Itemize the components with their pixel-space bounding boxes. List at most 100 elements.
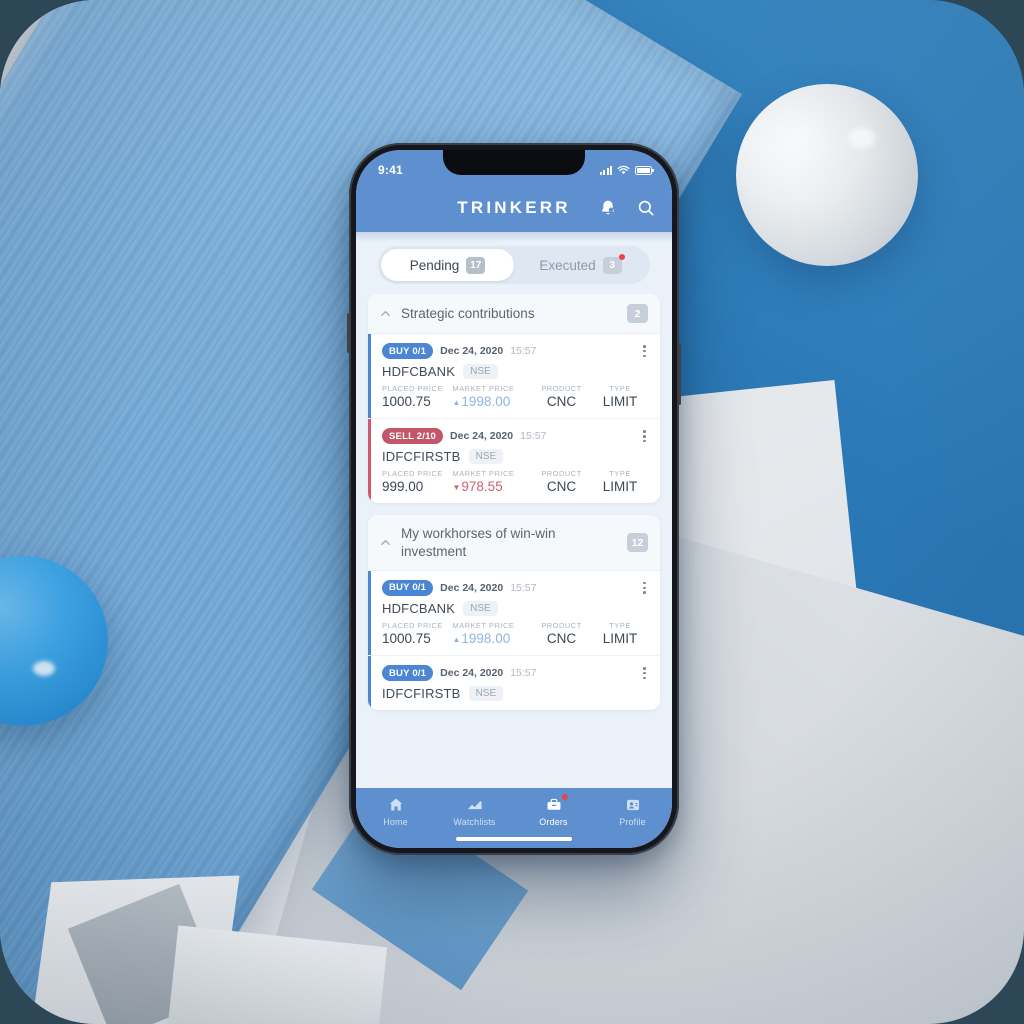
order-time: 15:57 <box>510 345 537 358</box>
scene-background: 9:41 TRINKERR Pending 17 Executed 3 Stra… <box>0 0 1024 1024</box>
group-header[interactable]: Strategic contributions 2 <box>368 294 660 334</box>
order-date: Dec 24, 2020 <box>440 581 504 594</box>
order-menu-icon[interactable] <box>641 342 648 360</box>
app-body: Pending 17 Executed 3 Strategic contribu… <box>356 232 672 788</box>
nav-item-watchlists[interactable]: Watchlists <box>435 796 514 827</box>
order-date: Dec 24, 2020 <box>440 345 504 358</box>
col-label-type: TYPE <box>609 621 631 630</box>
status-time: 9:41 <box>378 163 403 177</box>
order-market-price: ▲1998.00 <box>452 394 511 410</box>
tab-pending[interactable]: Pending 17 <box>381 249 514 281</box>
home-icon <box>386 796 406 814</box>
trend-up-icon: ▲ <box>452 397 461 407</box>
app-brand-title: TRINKERR <box>457 198 571 217</box>
bell-icon[interactable] <box>598 198 618 218</box>
phone-volume-button[interactable] <box>347 313 350 353</box>
order-time: 15:57 <box>510 667 537 680</box>
order-symbol: HDFCBANK <box>382 364 456 380</box>
order-exchange: NSE <box>463 601 498 616</box>
order-market-price: ▼978.55 <box>452 479 503 495</box>
order-placed-price: 1000.75 <box>382 394 431 410</box>
app-header: TRINKERR <box>356 184 672 242</box>
order-type: LIMIT <box>602 394 638 410</box>
order-side-badge: BUY 0/1 <box>382 665 434 682</box>
battery-icon <box>635 165 654 175</box>
order-group: My workhorses of win-win investment 12 B… <box>368 515 660 711</box>
cellular-bars-icon <box>599 165 612 175</box>
order-product: CNC <box>546 631 577 646</box>
phone-notch <box>443 150 585 175</box>
tab-executed-label: Executed <box>539 257 596 273</box>
order-menu-icon[interactable] <box>641 427 648 445</box>
nav-item-orders[interactable]: Orders <box>514 794 593 827</box>
nav-label-orders: Orders <box>539 817 568 827</box>
order-exchange: NSE <box>468 449 504 465</box>
col-label-product: PRODUCT <box>541 469 582 479</box>
order-row[interactable]: BUY 0/1 Dec 24, 2020 15:57 IDFCFIRSTB NS… <box>368 656 660 711</box>
group-count-badge: 12 <box>627 533 648 553</box>
order-type: LIMIT <box>602 631 638 646</box>
nav-label-home: Home <box>383 817 408 827</box>
chevron-up-icon <box>381 311 390 316</box>
order-row[interactable]: BUY 0/1 Dec 24, 2020 15:57 HDFCBANK NSE <box>368 334 660 420</box>
col-label-product: PRODUCT <box>541 621 582 630</box>
col-label-type: TYPE <box>609 384 631 394</box>
chart-icon <box>465 796 485 814</box>
wifi-icon <box>617 165 630 174</box>
tab-executed[interactable]: Executed 3 <box>514 249 647 281</box>
col-label-market-price: MARKET PRICE <box>452 384 515 394</box>
col-label-market-price: MARKET PRICE <box>452 621 515 630</box>
order-time: 15:57 <box>510 581 537 594</box>
group-header[interactable]: My workhorses of win-win investment 12 <box>368 515 660 571</box>
order-row[interactable]: BUY 0/1 Dec 24, 2020 15:57 HDFCBANK NSE <box>368 570 660 656</box>
order-side-badge: SELL 2/10 <box>382 428 444 445</box>
col-label-product: PRODUCT <box>541 384 582 394</box>
trend-up-icon: ▲ <box>452 634 461 644</box>
col-label-market-price: MARKET PRICE <box>452 469 515 479</box>
nav-item-profile[interactable]: Profile <box>593 796 672 827</box>
order-product: CNC <box>546 394 577 410</box>
search-icon[interactable] <box>636 198 656 218</box>
order-exchange: NSE <box>468 686 504 702</box>
col-label-type: TYPE <box>609 469 631 479</box>
nav-label-watchlists: Watchlists <box>453 817 496 827</box>
order-type: LIMIT <box>602 479 638 495</box>
order-time: 15:57 <box>520 430 547 443</box>
order-product: CNC <box>546 479 577 495</box>
col-label-placed-price: PLACED PRICE <box>382 384 443 394</box>
order-symbol: HDFCBANK <box>382 601 456 616</box>
order-symbol: IDFCFIRSTB <box>382 686 461 702</box>
order-side-badge: BUY 0/1 <box>382 579 434 596</box>
group-title: My workhorses of win-win investment <box>401 526 556 559</box>
trend-down-icon: ▼ <box>452 482 461 492</box>
nav-item-home[interactable]: Home <box>356 796 435 827</box>
group-count-badge: 2 <box>627 304 648 323</box>
order-market-price: ▲1998.00 <box>452 631 511 646</box>
order-date: Dec 24, 2020 <box>440 667 504 680</box>
order-group: Strategic contributions 2 BUY 0/1 Dec 24… <box>368 294 660 504</box>
col-label-placed-price: PLACED PRICE <box>382 469 443 479</box>
chevron-up-icon <box>381 540 390 546</box>
header-shadow <box>356 232 672 242</box>
tab-pending-label: Pending <box>409 257 460 273</box>
orders-alert-dot <box>561 794 568 800</box>
order-menu-icon[interactable] <box>641 664 648 682</box>
orders-list[interactable]: Strategic contributions 2 BUY 0/1 Dec 24… <box>356 294 672 788</box>
phone-power-button[interactable] <box>678 343 681 405</box>
tab-executed-alert-dot <box>618 253 625 260</box>
order-status-tabs: Pending 17 Executed 3 <box>378 246 650 284</box>
nav-label-profile: Profile <box>619 817 646 827</box>
order-menu-icon[interactable] <box>641 579 648 597</box>
orders-icon <box>544 794 568 814</box>
backdrop-white-sphere <box>736 84 918 266</box>
order-date: Dec 24, 2020 <box>450 430 514 443</box>
phone-screen: 9:41 TRINKERR Pending 17 Executed 3 Stra… <box>356 150 672 848</box>
tab-pending-badge: 17 <box>466 256 486 274</box>
group-title: Strategic contributions <box>401 305 535 321</box>
order-symbol: IDFCFIRSTB <box>382 449 461 465</box>
order-exchange: NSE <box>463 364 498 380</box>
home-indicator[interactable] <box>456 836 572 841</box>
profile-icon <box>623 796 643 814</box>
order-placed-price: 999.00 <box>382 479 424 495</box>
order-row[interactable]: SELL 2/10 Dec 24, 2020 15:57 IDFCFIRSTB … <box>368 419 660 504</box>
